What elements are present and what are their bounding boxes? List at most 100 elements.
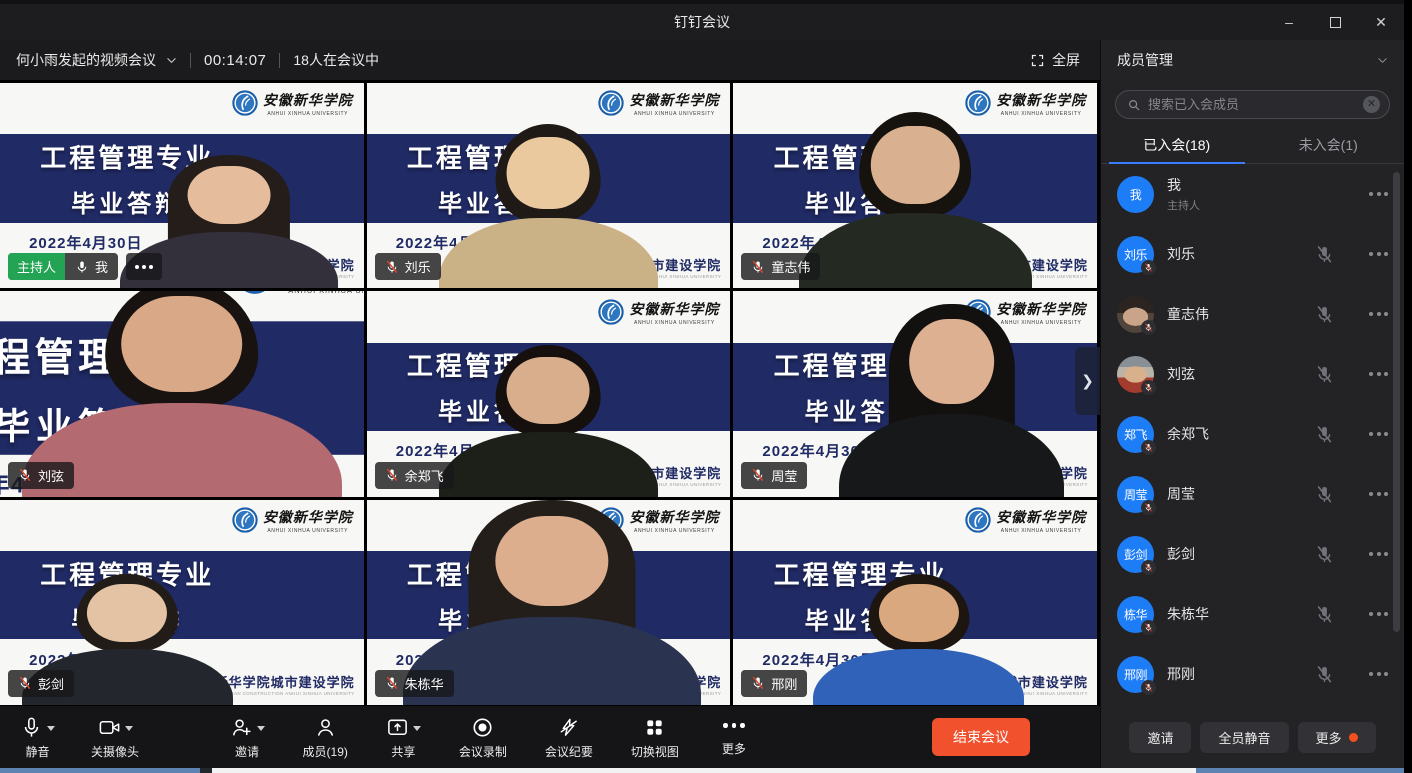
maximize-button[interactable] — [1312, 4, 1358, 40]
member-row[interactable]: 我 我 主持人 — [1101, 164, 1404, 224]
member-row[interactable]: 刘乐 刘乐 — [1101, 224, 1404, 284]
mic-muted-icon — [385, 676, 399, 690]
member-more-button[interactable] — [1369, 252, 1388, 256]
clear-search-icon[interactable]: ✕ — [1363, 96, 1380, 113]
video-tile[interactable]: 安徽新华学院 ANHUI XINHUA UNIVERSITY 工程管理专业 毕业… — [0, 83, 364, 288]
member-row[interactable]: 栋华 朱栋华 — [1101, 584, 1404, 644]
mic-muted-icon — [1144, 623, 1153, 632]
participant-name-badge: 主持人 我 — [8, 253, 118, 280]
member-search-box[interactable]: ✕ — [1115, 90, 1390, 119]
mic-icon — [20, 716, 43, 739]
member-mic-muted-icon[interactable] — [1315, 365, 1334, 384]
member-more-button[interactable] — [1369, 552, 1388, 556]
record-button[interactable]: 会议录制 — [459, 714, 507, 760]
share-screen-button[interactable]: 共享 — [386, 714, 421, 760]
next-page-button[interactable]: ❯ — [1075, 347, 1100, 415]
member-more-button[interactable] — [1369, 432, 1388, 436]
participant-video — [799, 112, 1032, 289]
member-more-button[interactable] — [1369, 192, 1388, 196]
share-screen-icon — [386, 716, 409, 739]
member-mic-muted-icon[interactable] — [1315, 425, 1334, 444]
mic-options-caret[interactable] — [47, 726, 55, 731]
participant-name: 彭剑 — [38, 674, 64, 693]
member-more-button[interactable] — [1369, 312, 1388, 316]
person-face — [121, 296, 243, 392]
video-tile[interactable]: 安徽新华学院 ANHUI XINHUA UNIVERSITY 工程管理专业 毕业… — [733, 500, 1097, 705]
participant-name-badge: 余郑飞 — [375, 462, 454, 489]
member-more-button[interactable] — [1369, 372, 1388, 376]
members-button[interactable]: 成员(19) — [303, 714, 348, 760]
university-name-en: ANHUI XINHUA UNIVERSITY — [1001, 528, 1082, 534]
video-tile[interactable]: 安徽新华学院 ANHUI XINHUA UNIVERSITY 工程管理专业 毕业… — [0, 291, 364, 496]
member-mic-muted-icon[interactable] — [1315, 245, 1334, 264]
member-mic-muted-icon[interactable] — [1315, 605, 1334, 624]
meeting-timer: 00:14:07 — [204, 52, 266, 69]
member-more-button[interactable] — [1369, 672, 1388, 676]
search-icon — [1127, 98, 1141, 112]
meeting-title[interactable]: 何小雨发起的视频会议 — [16, 50, 156, 70]
video-tile[interactable]: 安徽新华学院 ANHUI XINHUA UNIVERSITY 工程管理专业 毕业… — [367, 291, 731, 496]
member-row[interactable]: 周莹 周莹 — [1101, 464, 1404, 524]
member-search-input[interactable] — [1148, 97, 1356, 112]
member-row[interactable]: 刘弦 — [1101, 344, 1404, 404]
switch-view-button[interactable]: 切换视图 — [631, 714, 679, 760]
member-row[interactable]: 邢刚 邢刚 — [1101, 644, 1404, 704]
member-list: 我 我 主持人 刘乐 刘乐 — [1101, 164, 1404, 706]
participant-name: 我 — [95, 257, 108, 276]
share-options-caret[interactable] — [413, 726, 421, 731]
chevron-down-icon[interactable] — [166, 55, 177, 66]
invite-button[interactable]: 邀请 — [230, 714, 265, 760]
member-list-scrollbar[interactable] — [1393, 172, 1400, 632]
video-tile[interactable]: 安徽新华学院 ANHUI XINHUA UNIVERSITY 工程管理专业 毕业… — [733, 291, 1097, 496]
participant-count: 18人在会议中 — [293, 50, 379, 70]
member-row[interactable]: 童志伟 — [1101, 284, 1404, 344]
minimize-button[interactable]: – — [1266, 4, 1312, 40]
video-tile[interactable]: 安徽新华学院 ANHUI XINHUA UNIVERSITY 工程管理专业 毕业… — [733, 83, 1097, 288]
mic-muted-icon — [1144, 683, 1153, 692]
member-row[interactable]: 郑飞 余郑飞 — [1101, 404, 1404, 464]
tab-not-joined[interactable]: 未入会(1) — [1253, 127, 1405, 163]
panel-more-button[interactable]: 更多 — [1298, 722, 1376, 753]
camera-off-button[interactable]: 关摄像头 — [91, 714, 139, 760]
member-mic-muted-icon[interactable] — [1315, 665, 1334, 684]
invite-members-button[interactable]: 邀请 — [1129, 722, 1191, 753]
more-button[interactable]: 更多 — [717, 714, 751, 760]
video-tile[interactable]: 安徽新华学院 ANHUI XINHUA UNIVERSITY 工程管理专业 毕业… — [367, 83, 731, 288]
university-emblem-icon — [965, 507, 991, 533]
mute-button[interactable]: 静音 — [20, 714, 55, 760]
member-name: 邢刚 — [1167, 664, 1302, 684]
camera-options-caret[interactable] — [125, 726, 133, 731]
end-meeting-button[interactable]: 结束会议 — [932, 718, 1030, 756]
participant-name-badge: 刘弦 — [8, 462, 74, 489]
member-more-button[interactable] — [1369, 612, 1388, 616]
university-name-cn: 安徽新华学院 — [629, 90, 719, 110]
tile-more-button[interactable] — [126, 253, 162, 280]
participant-name: 童志伟 — [771, 257, 810, 276]
member-more-button[interactable] — [1369, 492, 1388, 496]
video-tile[interactable]: 安徽新华学院 ANHUI XINHUA UNIVERSITY 工程管理专业 毕业… — [367, 500, 731, 705]
fullscreen-button[interactable]: 全屏 — [1030, 50, 1080, 70]
member-row[interactable]: 彭剑 彭剑 — [1101, 524, 1404, 584]
member-avatar: 郑飞 — [1117, 416, 1154, 453]
mic-muted-icon — [1144, 323, 1153, 332]
mute-all-button[interactable]: 全员静音 — [1200, 722, 1288, 753]
flash-minutes-icon — [557, 716, 580, 739]
video-grid: 安徽新华学院 ANHUI XINHUA UNIVERSITY 工程管理专业 毕业… — [0, 80, 1100, 706]
minutes-button[interactable]: 会议纪要 — [545, 714, 593, 760]
video-tile[interactable]: 安徽新华学院 ANHUI XINHUA UNIVERSITY 工程管理专业 毕业… — [0, 500, 364, 705]
member-mic-muted-icon[interactable] — [1315, 485, 1334, 504]
invite-options-caret[interactable] — [257, 726, 265, 731]
member-avatar: 邢刚 — [1117, 656, 1154, 693]
record-icon — [471, 716, 494, 739]
person-torso — [799, 213, 1032, 289]
avatar-mute-badge — [1141, 560, 1156, 575]
person-face — [495, 516, 608, 606]
tab-joined[interactable]: 已入会(18) — [1101, 127, 1253, 163]
close-button[interactable]: ✕ — [1358, 4, 1404, 40]
member-mic-muted-icon[interactable] — [1315, 545, 1334, 564]
grid-view-icon — [643, 716, 666, 739]
collapse-panel-chevron-icon[interactable] — [1377, 55, 1388, 66]
mic-muted-icon — [751, 676, 765, 690]
window-titlebar: 钉钉会议 – ✕ — [0, 0, 1404, 40]
member-mic-muted-icon[interactable] — [1315, 305, 1334, 324]
